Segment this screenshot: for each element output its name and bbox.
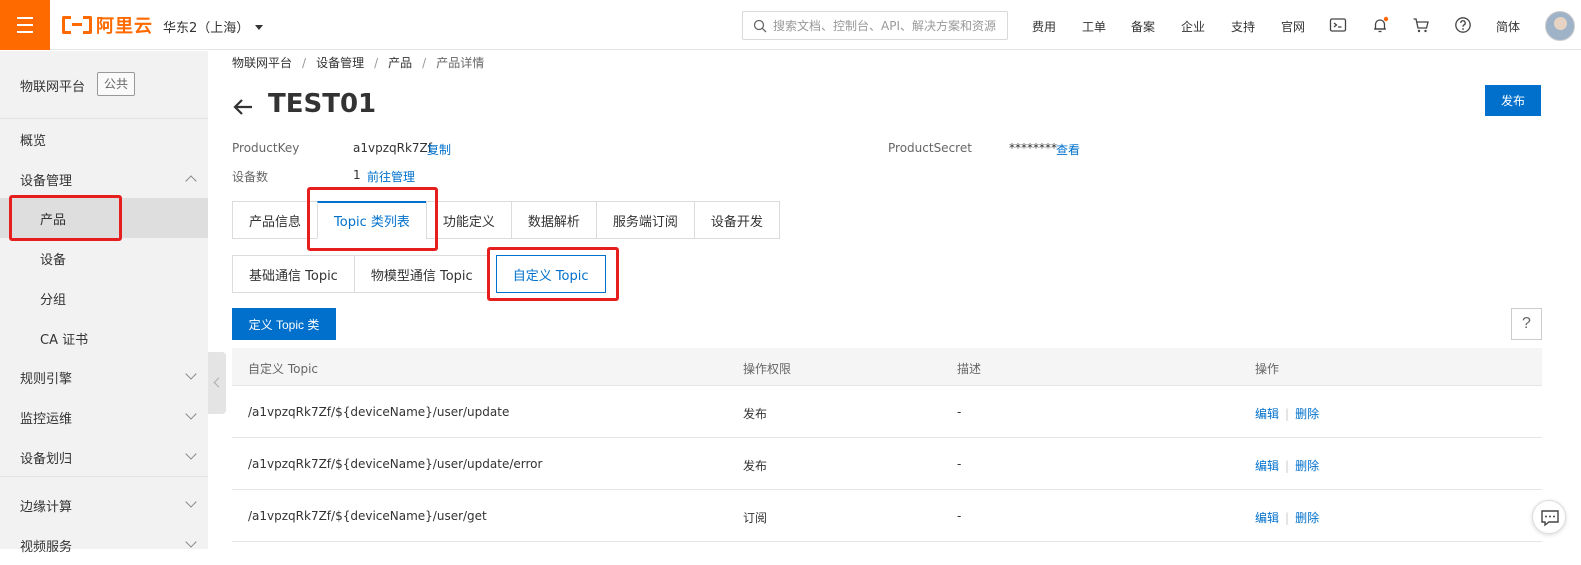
search-input[interactable]: [773, 18, 1003, 33]
nav-link-icp[interactable]: 备案: [1131, 18, 1155, 35]
product-secret-value: ********: [1009, 141, 1057, 155]
sidebar-item-ca[interactable]: CA 证书: [0, 318, 208, 358]
logo-mark-icon: [62, 16, 92, 34]
edit-link[interactable]: 编辑: [1255, 459, 1279, 473]
publish-button[interactable]: 发布: [1485, 85, 1541, 116]
edit-link[interactable]: 编辑: [1255, 511, 1279, 525]
device-count-value: 1: [353, 168, 361, 182]
chevron-down-icon: [185, 496, 197, 508]
topic-description: -: [957, 509, 962, 523]
caret-down-icon: [255, 25, 264, 30]
search-icon: [753, 19, 767, 32]
sidebar: 物联网平台 公共 概览 设备管理 产品 设备 分组 CA 证书 规则引擎 监控运…: [0, 51, 208, 555]
product-key-label: ProductKey: [232, 141, 300, 155]
terminal-icon[interactable]: [1329, 16, 1347, 34]
platform-title: 物联网平台: [20, 80, 86, 95]
menu-icon[interactable]: [0, 0, 50, 50]
table-header: 自定义 Topic 操作权限 描述 操作: [232, 348, 1542, 386]
sidebar-item-device[interactable]: 设备: [0, 238, 208, 278]
chevron-up-icon: [185, 175, 197, 187]
region-selector[interactable]: 华东2（上海）: [163, 17, 264, 36]
topic-table: 自定义 Topic 操作权限 描述 操作 /a1vpzqRk7Zf/${devi…: [232, 348, 1542, 542]
topic-path: /a1vpzqRk7Zf/${deviceName}/user/update/e…: [248, 457, 543, 471]
sidebar-item-rules[interactable]: 规则引擎: [0, 357, 208, 397]
language-switch[interactable]: 简体: [1496, 18, 1520, 35]
chevron-down-icon: [185, 448, 197, 460]
help-button[interactable]: ?: [1511, 308, 1542, 340]
breadcrumb-item[interactable]: 产品: [388, 56, 412, 70]
edit-link[interactable]: 编辑: [1255, 407, 1279, 421]
table-row: /a1vpzqRk7Zf/${deviceName}/user/update/e…: [232, 438, 1542, 490]
delete-link[interactable]: 删除: [1295, 407, 1319, 421]
topic-permission: 发布: [743, 459, 768, 473]
subtab-custom-topic[interactable]: 自定义 Topic: [495, 255, 606, 293]
chevron-down-icon: [185, 536, 197, 548]
nav-link-enterprise[interactable]: 企业: [1181, 18, 1205, 35]
cart-icon[interactable]: [1412, 16, 1430, 34]
topic-description: -: [957, 457, 962, 471]
tab-data-parsing[interactable]: 数据解析: [510, 201, 596, 239]
copy-link[interactable]: 复制: [427, 141, 451, 158]
divider: [0, 476, 208, 477]
column-header: 操作权限: [743, 362, 792, 376]
breadcrumb-current: 产品详情: [436, 56, 485, 70]
breadcrumb-item[interactable]: 物联网平台: [232, 56, 292, 70]
product-key-value: a1vpzqRk7Zf: [353, 141, 432, 155]
topic-path: /a1vpzqRk7Zf/${deviceName}/user/update: [248, 405, 510, 419]
sidebar-item-overview[interactable]: 概览: [0, 119, 208, 159]
view-secret-link[interactable]: 查看: [1056, 141, 1080, 158]
product-tabs: 产品信息 Topic 类列表 功能定义 数据解析 服务端订阅 设备开发: [232, 201, 780, 239]
sidebar-item-monitor[interactable]: 监控运维: [0, 397, 208, 437]
sidebar-collapse-handle[interactable]: [208, 352, 226, 414]
table-row: /a1vpzqRk7Zf/${deviceName}/user/get 订阅 -…: [232, 490, 1542, 542]
nav-link-ticket[interactable]: 工单: [1082, 18, 1106, 35]
tab-product-info[interactable]: 产品信息: [232, 201, 318, 239]
breadcrumb: 物联网平台 / 设备管理 / 产品 / 产品详情: [232, 56, 485, 70]
go-manage-link[interactable]: 前往管理: [367, 168, 415, 185]
subtab-basic-topic[interactable]: 基础通信 Topic: [232, 255, 354, 293]
breadcrumb-item[interactable]: 设备管理: [316, 56, 364, 70]
delete-link[interactable]: 删除: [1295, 511, 1319, 525]
aliyun-logo[interactable]: 阿里云: [62, 14, 153, 37]
sidebar-item-product[interactable]: 产品: [0, 198, 208, 238]
define-topic-button[interactable]: 定义 Topic 类: [232, 308, 336, 340]
chevron-down-icon: [185, 368, 197, 380]
tab-topic-list[interactable]: Topic 类列表: [317, 201, 426, 239]
bell-icon[interactable]: [1371, 16, 1389, 34]
topic-description: -: [957, 405, 962, 419]
top-bar: 阿里云 华东2（上海） 费用 工单 备案 企业 支持 官网 简体: [0, 0, 1581, 50]
tab-device-dev[interactable]: 设备开发: [693, 201, 780, 239]
column-header: 自定义 Topic: [248, 362, 318, 376]
back-arrow-icon[interactable]: [232, 96, 254, 118]
nav-link-support[interactable]: 支持: [1231, 18, 1255, 35]
sidebar-item-assign[interactable]: 设备划归: [0, 437, 208, 477]
product-secret-label: ProductSecret: [888, 141, 972, 155]
topic-path: /a1vpzqRk7Zf/${deviceName}/user/get: [248, 509, 487, 523]
topic-permission: 发布: [743, 407, 768, 421]
column-header: 操作: [1255, 362, 1280, 376]
sidebar-item-device-management[interactable]: 设备管理: [0, 159, 208, 199]
nav-link-fees[interactable]: 费用: [1032, 18, 1056, 35]
subtab-thing-model-topic[interactable]: 物模型通信 Topic: [353, 255, 490, 293]
chevron-down-icon: [185, 408, 197, 420]
tab-server-subscription[interactable]: 服务端订阅: [595, 201, 694, 239]
chat-icon: [1541, 510, 1559, 527]
device-count-label: 设备数: [232, 170, 269, 184]
column-header: 描述: [957, 362, 982, 376]
region-tag: 公共: [97, 72, 136, 96]
topic-subtabs: 基础通信 Topic 物模型通信 Topic 自定义 Topic: [232, 255, 606, 293]
page-title: TEST01: [268, 89, 377, 119]
sidebar-item-edge[interactable]: 边缘计算: [0, 485, 208, 525]
table-row: /a1vpzqRk7Zf/${deviceName}/user/update 发…: [232, 386, 1542, 438]
chat-support-button[interactable]: [1532, 500, 1566, 534]
avatar[interactable]: [1545, 11, 1575, 41]
search-box[interactable]: [742, 11, 1008, 40]
delete-link[interactable]: 删除: [1295, 459, 1319, 473]
sidebar-item-group[interactable]: 分组: [0, 278, 208, 318]
topic-permission: 订阅: [743, 511, 768, 525]
sidebar-item-video[interactable]: 视频服务: [0, 525, 208, 565]
help-icon[interactable]: [1454, 16, 1472, 34]
nav-link-site[interactable]: 官网: [1281, 18, 1305, 35]
tab-features[interactable]: 功能定义: [425, 201, 511, 239]
